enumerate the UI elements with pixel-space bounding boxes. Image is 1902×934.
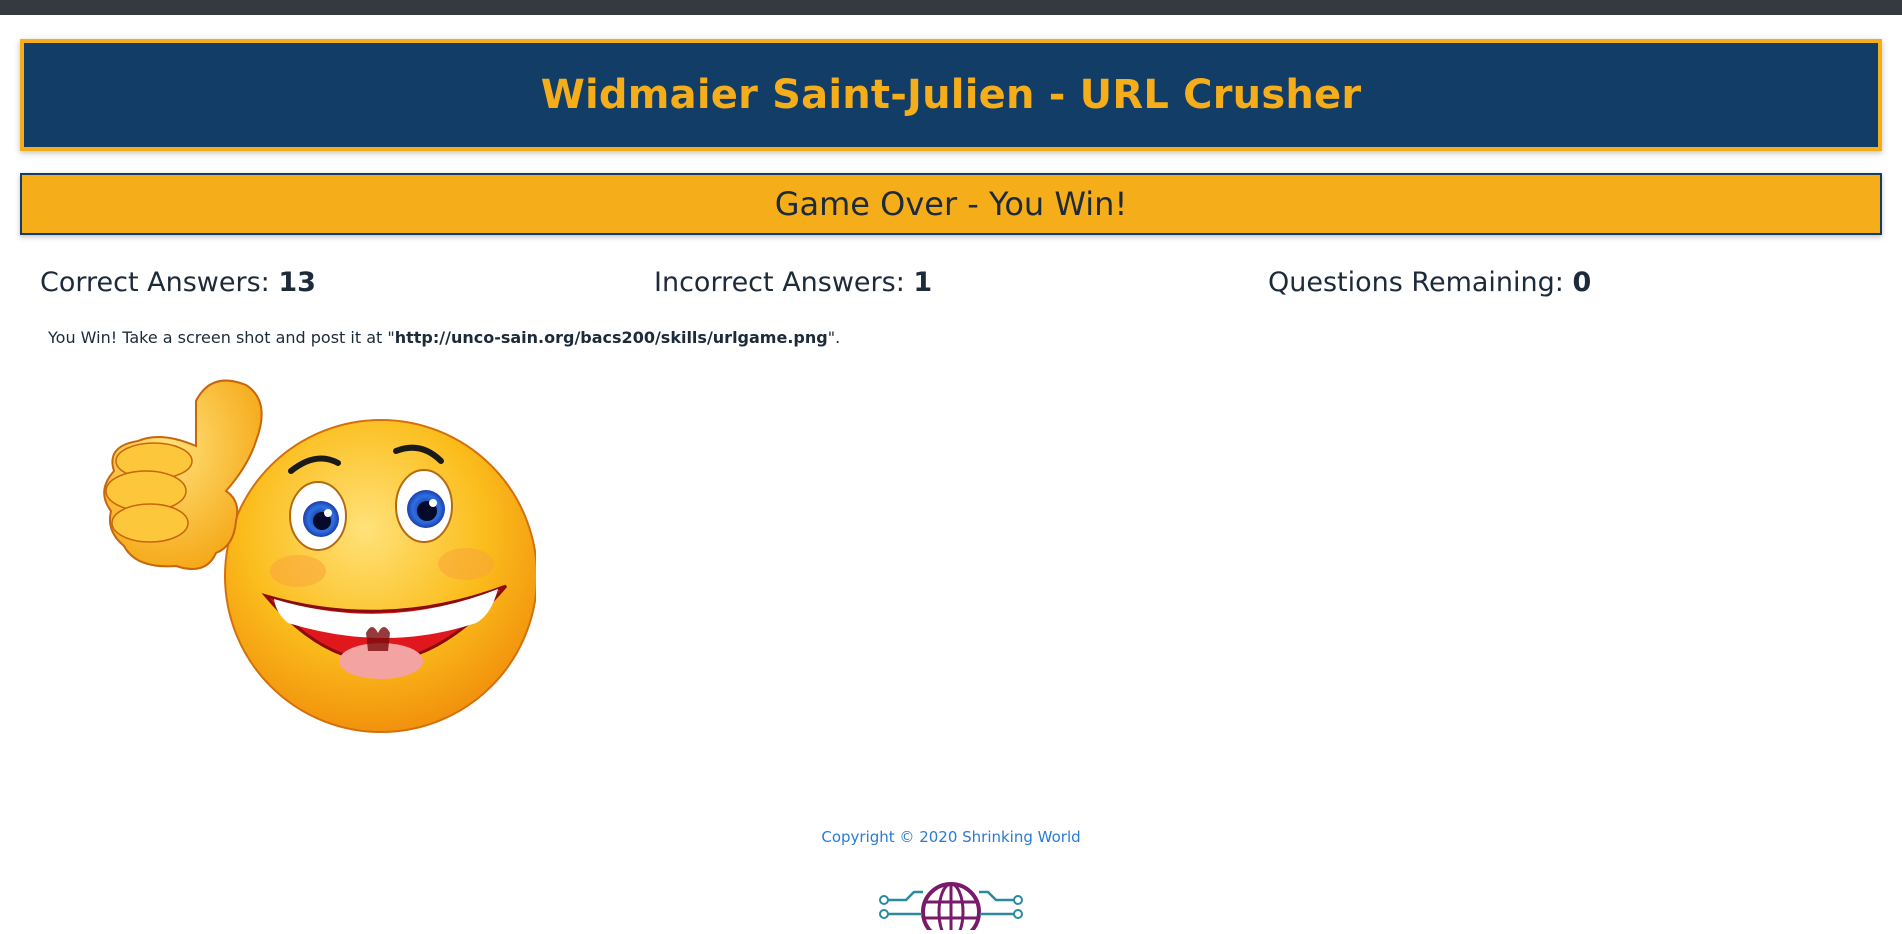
- questions-remaining-stat: Questions Remaining: 0: [1268, 267, 1882, 298]
- incorrect-answers-value: 1: [913, 267, 933, 298]
- win-message-suffix: ".: [827, 328, 841, 347]
- thumbs-up-smiley-icon: [66, 371, 538, 741]
- browser-top-bar: [0, 0, 1902, 15]
- page-title: Widmaier Saint-Julien - URL Crusher: [540, 72, 1362, 118]
- score-stats: Correct Answers: 13 Incorrect Answers: 1…: [20, 267, 1882, 298]
- globe-circuit-logo-icon: [876, 870, 1026, 934]
- correct-answers-label: Correct Answers:: [40, 267, 270, 298]
- incorrect-answers-stat: Incorrect Answers: 1: [654, 267, 1268, 298]
- correct-answers-value: 13: [278, 267, 316, 298]
- game-status-banner: Game Over - You Win!: [20, 173, 1882, 235]
- game-status-text: Game Over - You Win!: [774, 185, 1128, 223]
- copyright-text: Copyright © 2020 Shrinking World: [821, 828, 1081, 846]
- title-banner: Widmaier Saint-Julien - URL Crusher: [20, 39, 1882, 151]
- page-content: Widmaier Saint-Julien - URL Crusher Game…: [0, 39, 1902, 741]
- correct-answers-stat: Correct Answers: 13: [40, 267, 654, 298]
- submission-url: http://unco-sain.org/bacs200/skills/urlg…: [394, 328, 828, 347]
- win-message-prefix: You Win! Take a screen shot and post it …: [48, 328, 395, 347]
- win-message: You Win! Take a screen shot and post it …: [20, 328, 1882, 347]
- questions-remaining-value: 0: [1572, 267, 1592, 298]
- questions-remaining-label: Questions Remaining:: [1268, 267, 1564, 298]
- page-footer: Copyright © 2020 Shrinking World: [0, 828, 1902, 934]
- incorrect-answers-label: Incorrect Answers:: [654, 267, 905, 298]
